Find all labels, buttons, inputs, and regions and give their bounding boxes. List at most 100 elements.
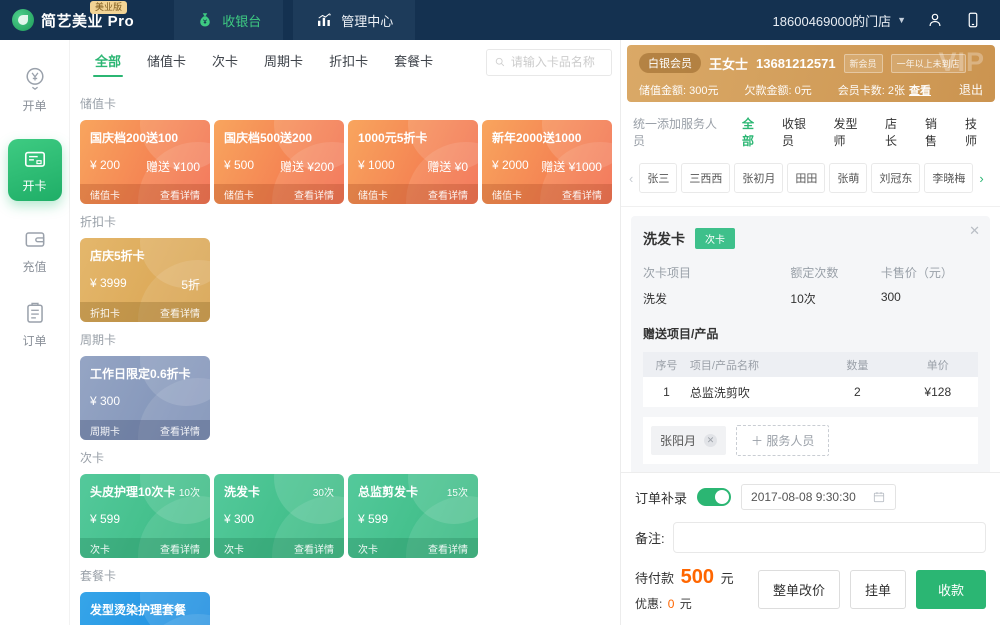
staff-chip[interactable]: 三西西 (681, 163, 730, 193)
gift-row-name: 总监洗剪吹 (690, 384, 817, 401)
order-makeup-label: 订单补录 (635, 488, 687, 507)
card-item[interactable]: 总监剪发卡15次 ¥ 599 次卡查看详情 (348, 474, 478, 558)
card-detail-link[interactable]: 查看详情 (160, 305, 200, 320)
catalog-tab-discount[interactable]: 折扣卡 (316, 40, 381, 84)
catalog-tab-package[interactable]: 套餐卡 (381, 40, 446, 84)
close-icon[interactable]: ✕ (969, 223, 980, 239)
member-name: 王女士 (709, 54, 748, 73)
staff-filter-sales[interactable]: 销售 (925, 115, 948, 149)
app-logo: 简艺美业 Pro 美业版 (12, 0, 134, 40)
sidebar-item-label: 开卡 (22, 177, 46, 194)
card-type: 储值卡 (358, 187, 388, 202)
view-cards-link[interactable]: 查看 (909, 82, 931, 98)
card-times-badge: 15次 (447, 484, 468, 499)
card-item[interactable]: 洗发卡30次 ¥ 300 次卡查看详情 (214, 474, 344, 558)
catalog-tab-period[interactable]: 周期卡 (251, 40, 316, 84)
collect-payment-button[interactable]: 收款 (916, 570, 986, 609)
gift-col-qty: 数量 (817, 357, 897, 373)
catalog-tab-all[interactable]: 全部 (82, 40, 134, 84)
member-cards-label: 会员卡数: (838, 82, 885, 98)
chevron-right-icon[interactable]: › (977, 171, 985, 186)
card-name: 发型烫染护理套餐 (90, 601, 186, 618)
card-item[interactable]: 店庆5折卡 ¥ 39995折 折扣卡查看详情 (80, 238, 210, 322)
staff-filter-technician[interactable]: 技师 (965, 115, 988, 149)
sidebar-item-create-order[interactable]: 开单 (22, 65, 48, 114)
section-title: 次卡 (80, 449, 610, 466)
staff-row-label: 统一添加服务人员 (633, 115, 725, 149)
discount-cards: 店庆5折卡 ¥ 39995折 折扣卡查看详情 (80, 238, 610, 322)
staff-filter-all[interactable]: 全部 (742, 115, 765, 149)
card-item[interactable]: 工作日限定0.6折卡 ¥ 300 周期卡查看详情 (80, 356, 210, 440)
sidebar-item-orders[interactable]: 订单 (22, 300, 48, 349)
gift-table: 序号 项目/产品名称 数量 单价 1 总监洗剪吹 2 ¥128 (643, 352, 978, 407)
catalog-tab-times[interactable]: 次卡 (199, 40, 251, 84)
tab-management-label: 管理中心 (341, 11, 393, 30)
card-detail-link[interactable]: 查看详情 (294, 541, 334, 556)
card-item[interactable]: 新年2000送1000 ¥ 2000赠送 ¥1000 储值卡查看详情 (482, 120, 612, 204)
card-detail-link[interactable]: 查看详情 (428, 541, 468, 556)
staff-chip[interactable]: 张萌 (829, 163, 867, 193)
card-gift: 5折 (181, 276, 200, 293)
remove-staff-icon[interactable]: ✕ (704, 434, 717, 447)
wallet-icon (22, 226, 48, 252)
staff-chip[interactable]: 张三 (639, 163, 677, 193)
stored-amount-value: 300元 (689, 82, 718, 98)
staff-filter-stylist[interactable]: 发型师 (833, 115, 868, 149)
order-makeup-toggle[interactable] (697, 488, 731, 506)
card-name: 国庆档500送200 (224, 129, 312, 146)
card-detail-link[interactable]: 查看详情 (160, 541, 200, 556)
card-type: 储值卡 (90, 187, 120, 202)
tablet-icon[interactable] (964, 11, 982, 29)
debt-amount-label: 欠款金额: (744, 82, 791, 98)
order-list-icon (22, 300, 48, 326)
staff-chip[interactable]: 田田 (787, 163, 825, 193)
card-item[interactable]: 1000元5折卡 ¥ 1000赠送 ¥0 储值卡查看详情 (348, 120, 478, 204)
logout-member-link[interactable]: 退出 (959, 81, 983, 98)
catalog-tab-stored-value[interactable]: 储值卡 (134, 40, 199, 84)
card-detail-link[interactable]: 查看详情 (562, 187, 602, 202)
sidebar-item-open-card[interactable]: 开卡 (8, 139, 62, 201)
gift-row-price: ¥128 (898, 385, 978, 399)
card-price: ¥ 2000 (492, 158, 529, 175)
add-staff-label: 服务人员 (766, 434, 814, 448)
card-price: ¥ 599 (358, 512, 388, 526)
user-icon[interactable] (926, 11, 944, 29)
card-detail-link[interactable]: 查看详情 (294, 187, 334, 202)
card-item[interactable]: 头皮护理10次卡10次 ¥ 599 次卡查看详情 (80, 474, 210, 558)
staff-chip[interactable]: 张初月 (734, 163, 783, 193)
note-input[interactable] (673, 522, 986, 553)
tab-management[interactable]: 管理中心 (293, 0, 415, 40)
pos-app: 简艺美业 Pro 美业版 收银台 管理中心 18600469000的门店 ▼ (0, 0, 1000, 625)
card-price: ¥ 599 (90, 512, 120, 526)
gift-col-no: 序号 (643, 357, 690, 373)
search-input[interactable] (511, 55, 604, 69)
store-selector[interactable]: 18600469000的门店 ▼ (773, 11, 906, 30)
card-item[interactable]: 发型烫染护理套餐 ¥ 12299 自定义卡查看详情 (80, 592, 210, 625)
due-amount: 500 (681, 566, 714, 588)
staff-filter-manager[interactable]: 店长 (885, 115, 908, 149)
card-item[interactable]: 国庆档500送200 ¥ 500赠送 ¥200 储值卡查看详情 (214, 120, 344, 204)
card-detail-link[interactable]: 查看详情 (160, 187, 200, 202)
section-title: 套餐卡 (80, 567, 610, 584)
reprice-button[interactable]: 整单改价 (758, 570, 840, 609)
member-cards-value: 2张 (888, 82, 905, 98)
gift-row-no: 1 (643, 385, 690, 399)
staff-chip[interactable]: 刘冠东 (871, 163, 920, 193)
card-detail-link[interactable]: 查看详情 (160, 423, 200, 438)
hold-order-button[interactable]: 挂单 (850, 570, 906, 609)
card-detail-link[interactable]: 查看详情 (428, 187, 468, 202)
staff-chip-row: ‹ 张三 三西西 张初月 田田 张萌 刘冠东 李晓梅 › (621, 160, 1000, 207)
card-item[interactable]: 国庆档200送100 ¥ 200赠送 ¥100 储值卡查看详情 (80, 120, 210, 204)
sidebar-item-recharge[interactable]: 充值 (22, 226, 48, 275)
staff-filter-cashier[interactable]: 收银员 (782, 115, 817, 149)
stored-value-cards: 国庆档200送100 ¥ 200赠送 ¥100 储值卡查看详情 国庆档500送2… (80, 120, 610, 204)
chevron-left-icon[interactable]: ‹ (627, 171, 635, 186)
add-staff-button[interactable]: ＋ 服务人员 (736, 425, 829, 456)
selected-card-detail: ✕ 洗发卡 次卡 次卡项目 额定次数 卡售价（元） 洗发 10次 300 赠送项… (631, 216, 990, 476)
gift-row-qty: 2 (817, 385, 897, 399)
tab-cashier[interactable]: 收银台 (174, 0, 283, 40)
assigned-staff-chip[interactable]: 张阳月 ✕ (651, 426, 726, 455)
datetime-picker[interactable]: 2017-08-08 9:30:30 (741, 484, 896, 510)
card-times-badge: 30次 (313, 484, 334, 499)
staff-chip[interactable]: 李晓梅 (924, 163, 973, 193)
